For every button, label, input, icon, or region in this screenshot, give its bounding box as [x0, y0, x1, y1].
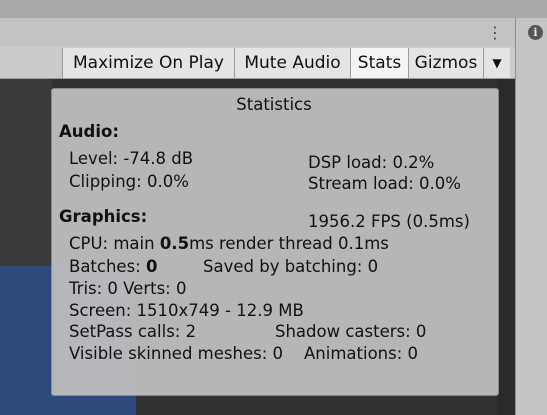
maximize-on-play-button[interactable]: Maximize On Play: [62, 48, 234, 78]
gizmos-button[interactable]: Gizmos: [408, 48, 483, 78]
batches-stats: Batches: 0: [69, 257, 157, 277]
audio-level: Level: -74.8 dB: [69, 149, 194, 168]
fps-readout: 1956.2 FPS (0.5ms): [308, 212, 470, 231]
statistics-title: Statistics: [236, 95, 312, 114]
scene-object-right: [497, 79, 515, 415]
gizmos-dropdown-icon[interactable]: ▼: [483, 48, 510, 78]
stream-load: Stream load: 0.0%: [308, 174, 461, 193]
batches-value: 0: [145, 257, 158, 276]
info-icon[interactable]: i: [528, 25, 543, 40]
visible-skinned-meshes: Visible skinned meshes: 0: [69, 344, 283, 363]
screen-stats: Screen: 1510x749 - 12.9 MB: [69, 301, 304, 320]
audio-clipping: Clipping: 0.0%: [69, 172, 189, 191]
setpass-calls: SetPass calls: 2: [69, 322, 197, 341]
mute-audio-button[interactable]: Mute Audio: [234, 48, 350, 78]
audio-header: Audio:: [59, 122, 119, 141]
tris-verts: Tris: 0 Verts: 0: [69, 279, 187, 298]
scene-object-left: [0, 79, 52, 266]
animations: Animations: 0: [304, 344, 419, 363]
cpu-prefix: CPU: main: [69, 234, 160, 253]
cpu-main-value: 0.5: [159, 234, 190, 253]
cpu-suffix: ms render thread 0.1ms: [189, 234, 389, 253]
batches-label: Batches:: [69, 257, 146, 276]
dsp-load: DSP load: 0.2%: [308, 153, 435, 172]
cpu-stats: CPU: main 0.5ms render thread 0.1ms: [69, 234, 389, 254]
tab-bar: [0, 18, 515, 48]
graphics-header: Graphics:: [59, 207, 148, 226]
stats-button[interactable]: Stats: [350, 48, 408, 78]
window-top-bar: [0, 0, 547, 18]
more-options-icon[interactable]: ⋮: [487, 24, 503, 42]
shadow-casters: Shadow casters: 0: [275, 322, 427, 341]
inspector-side-panel: [515, 18, 547, 415]
saved-by-batching: Saved by batching: 0: [203, 257, 379, 276]
